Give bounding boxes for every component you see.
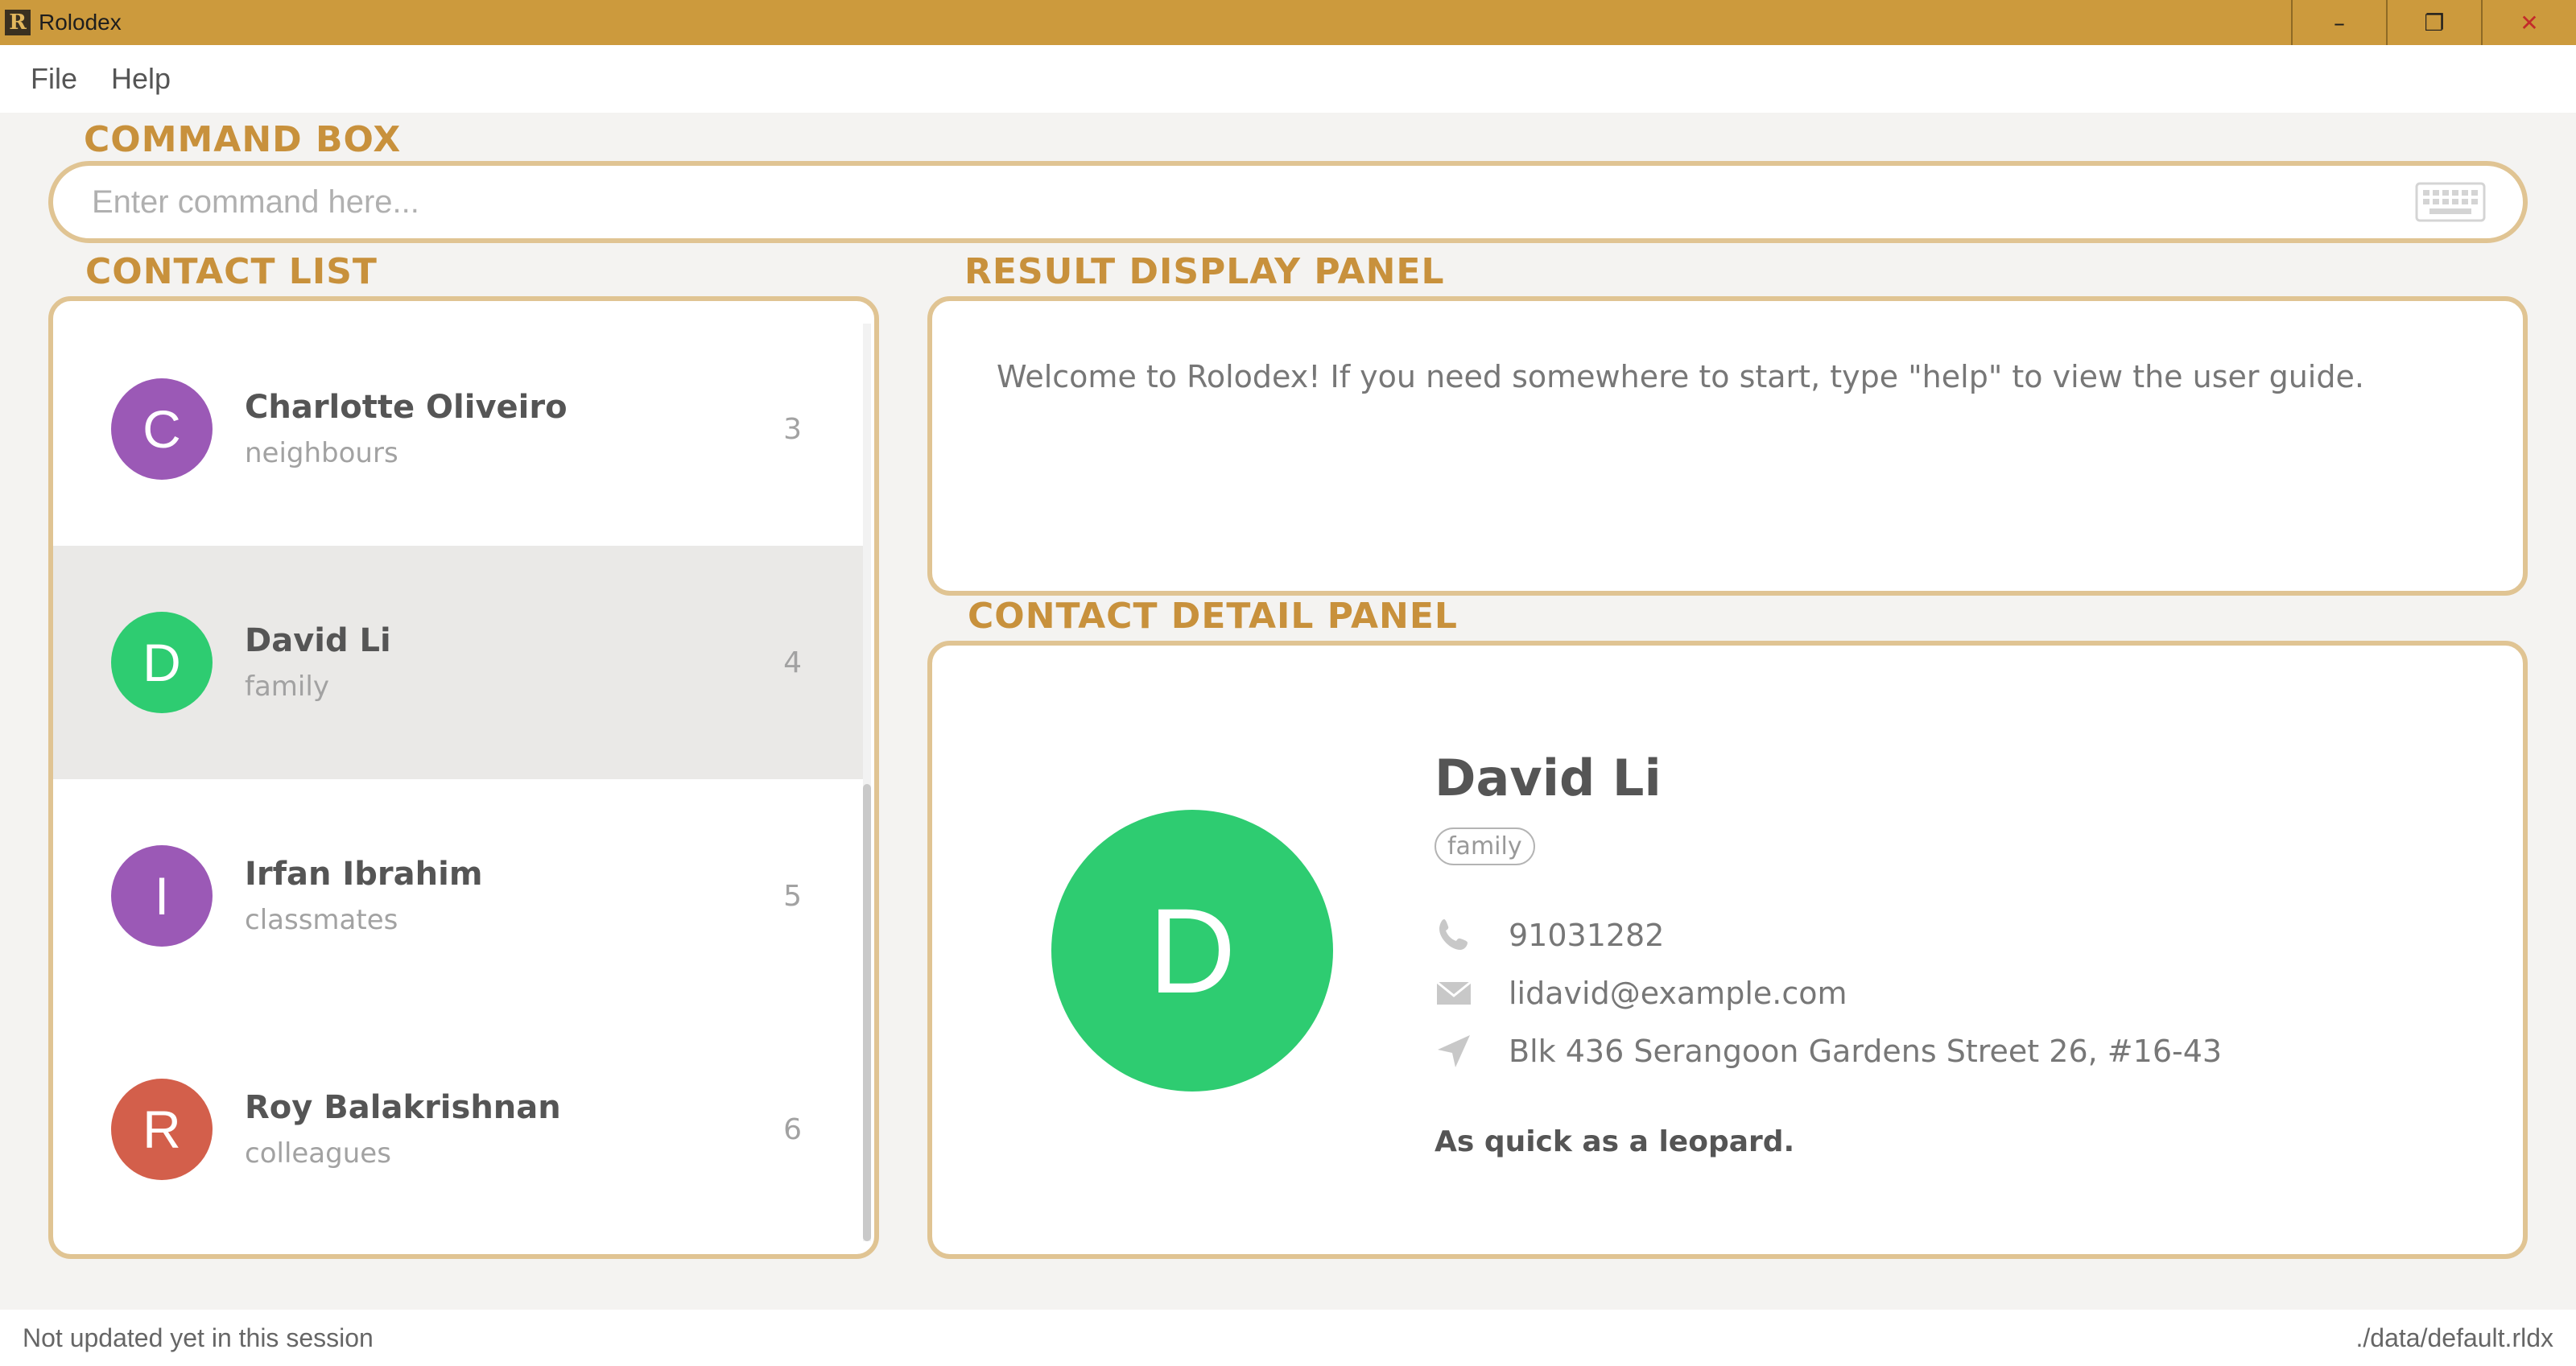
contact-list-panel: C Charlotte Oliveiro neighbours 3 D Davi… bbox=[48, 296, 879, 1259]
title-bar: R Rolodex – ❐ ✕ bbox=[0, 0, 2576, 45]
contact-list-scrollbar-thumb[interactable] bbox=[863, 784, 871, 1241]
contact-tag: neighbours bbox=[245, 437, 398, 469]
command-box-heading: COMMAND BOX bbox=[84, 119, 402, 160]
window-title: Rolodex bbox=[39, 10, 122, 35]
detail-phone-row: 91031282 bbox=[1435, 916, 1664, 955]
contact-index: 4 bbox=[783, 646, 802, 679]
contact-detail-heading: CONTACT DETAIL PANEL bbox=[968, 596, 1458, 637]
result-display-heading: RESULT DISPLAY PANEL bbox=[964, 251, 1445, 292]
contact-row-selected[interactable]: D David Li family 4 bbox=[53, 546, 866, 779]
detail-name: David Li bbox=[1435, 749, 1662, 807]
status-file-path: ./data/default.rldx bbox=[2355, 1323, 2553, 1352]
menu-help[interactable]: Help bbox=[111, 62, 171, 96]
detail-email: lidavid@example.com bbox=[1509, 976, 1847, 1011]
detail-phone: 91031282 bbox=[1509, 918, 1665, 953]
contact-name: Irfan Ibrahim bbox=[245, 856, 483, 893]
minimize-button[interactable]: – bbox=[2291, 0, 2386, 45]
contact-index: 5 bbox=[783, 879, 802, 913]
detail-avatar: D bbox=[1051, 810, 1333, 1092]
mail-icon bbox=[1436, 980, 1472, 1005]
location-arrow-icon bbox=[1438, 1035, 1470, 1067]
contact-avatar: R bbox=[111, 1079, 213, 1180]
contact-index: 3 bbox=[783, 412, 802, 446]
contact-avatar: D bbox=[111, 612, 213, 713]
contact-index: 6 bbox=[783, 1112, 802, 1146]
phone-icon bbox=[1439, 919, 1468, 950]
contact-name: David Li bbox=[245, 622, 391, 659]
detail-note: As quick as a leopard. bbox=[1435, 1125, 1795, 1158]
command-box bbox=[48, 161, 2528, 243]
window-controls: – ❐ ✕ bbox=[2291, 0, 2576, 45]
contact-detail-panel: D David Li family 91031282 lidavid@examp… bbox=[927, 641, 2528, 1259]
contact-name: Roy Balakrishnan bbox=[245, 1089, 561, 1126]
contact-avatar: I bbox=[111, 845, 213, 947]
maximize-button[interactable]: ❐ bbox=[2386, 0, 2481, 45]
menu-file[interactable]: File bbox=[31, 62, 77, 96]
keyboard-icon[interactable] bbox=[2415, 182, 2486, 222]
detail-address: Blk 436 Serangoon Gardens Street 26, #16… bbox=[1509, 1034, 2223, 1069]
result-message: Welcome to Rolodex! If you need somewher… bbox=[997, 359, 2364, 394]
result-display-panel: Welcome to Rolodex! If you need somewher… bbox=[927, 296, 2528, 596]
contact-row[interactable]: C Charlotte Oliveiro neighbours 3 bbox=[53, 312, 866, 546]
detail-address-row: Blk 436 Serangoon Gardens Street 26, #16… bbox=[1435, 1032, 2222, 1071]
contact-row[interactable]: I Irfan Ibrahim classmates 5 bbox=[53, 779, 866, 1013]
contact-name: Charlotte Oliveiro bbox=[245, 389, 568, 426]
contact-tag: colleagues bbox=[245, 1137, 391, 1170]
contact-list-heading: CONTACT LIST bbox=[85, 251, 378, 292]
contact-tag: classmates bbox=[245, 904, 398, 936]
menu-bar: File Help bbox=[0, 45, 2576, 113]
detail-tag: family bbox=[1435, 827, 1535, 865]
contact-tag: family bbox=[245, 671, 329, 703]
detail-email-row: lidavid@example.com bbox=[1435, 974, 1847, 1013]
status-bar: Not updated yet in this session ./data/d… bbox=[0, 1310, 2576, 1366]
contact-avatar: C bbox=[111, 378, 213, 480]
app-logo-icon: R bbox=[5, 10, 31, 35]
command-input[interactable] bbox=[92, 184, 2415, 221]
contact-row[interactable]: R Roy Balakrishnan colleagues 6 bbox=[53, 1013, 866, 1246]
close-button[interactable]: ✕ bbox=[2481, 0, 2576, 45]
status-sync: Not updated yet in this session bbox=[23, 1323, 374, 1352]
